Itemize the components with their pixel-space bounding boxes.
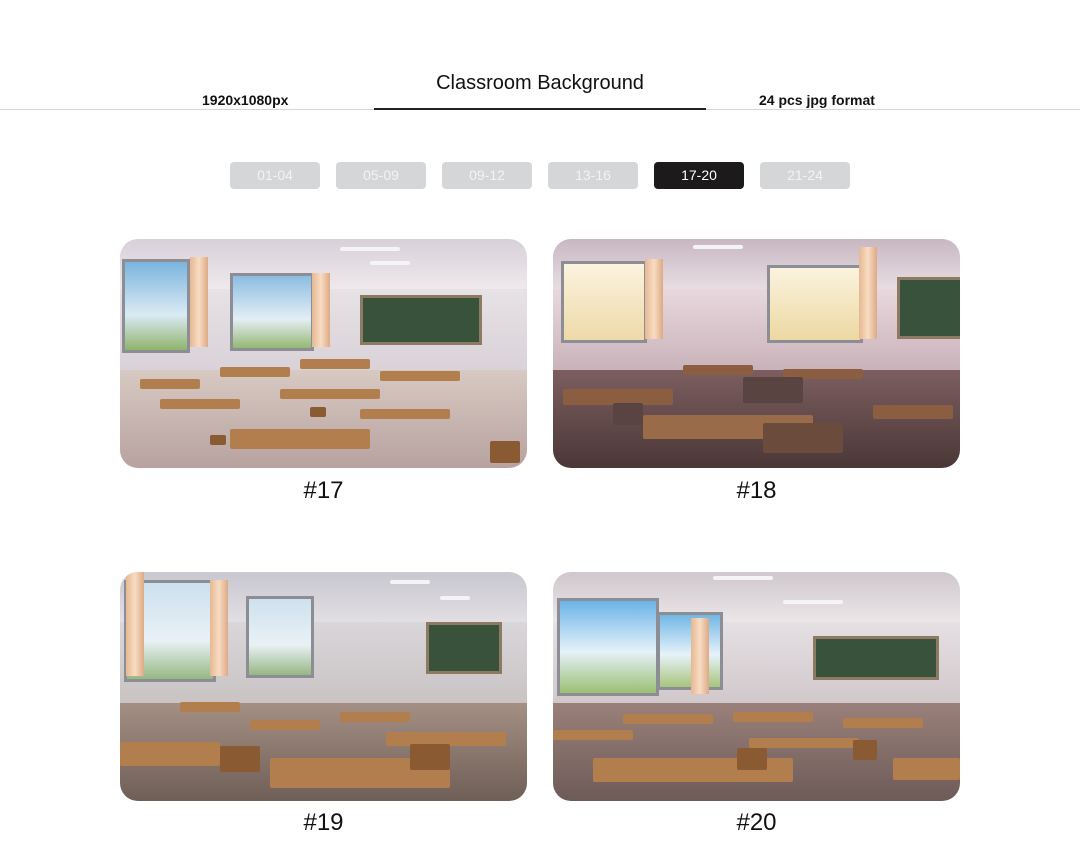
card-label: #19 (303, 809, 344, 836)
resolution-label: 1920x1080px (202, 92, 289, 108)
gallery-card-20[interactable]: #20 (553, 572, 960, 836)
card-label: #20 (736, 809, 777, 836)
pager-button-13-16[interactable]: 13-16 (548, 162, 638, 189)
gallery-card-17[interactable]: #17 (120, 239, 527, 504)
pager-button-05-09[interactable]: 05-09 (336, 162, 426, 189)
title-underline (374, 108, 706, 110)
pager-button-17-20[interactable]: 17-20 (654, 162, 744, 189)
gallery-card-19[interactable]: #19 (120, 572, 527, 836)
pager-button-09-12[interactable]: 09-12 (442, 162, 532, 189)
classroom-image-17[interactable] (120, 239, 527, 468)
card-label: #18 (736, 477, 777, 504)
format-label: 24 pcs jpg format (759, 92, 875, 108)
gallery-card-18[interactable]: #18 (553, 239, 960, 504)
card-label: #17 (303, 477, 344, 504)
classroom-image-19[interactable] (120, 572, 527, 801)
pager-button-01-04[interactable]: 01-04 (230, 162, 320, 189)
page-title: Classroom Background (436, 72, 644, 94)
classroom-image-18[interactable] (553, 239, 960, 468)
pager-button-21-24[interactable]: 21-24 (760, 162, 850, 189)
classroom-image-20[interactable] (553, 572, 960, 801)
